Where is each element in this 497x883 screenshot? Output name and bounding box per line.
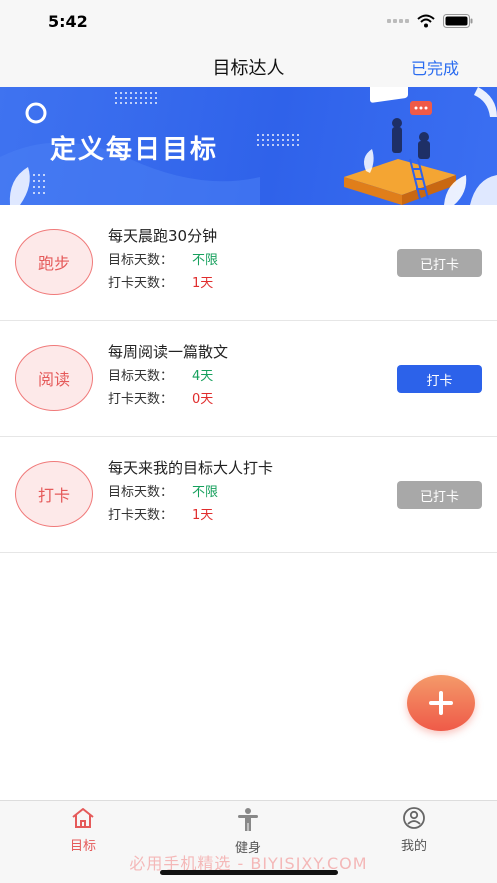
status-icons <box>387 14 473 28</box>
target-days-value: 不限 <box>192 485 219 500</box>
checked-in-button[interactable]: 已打卡 <box>397 481 482 509</box>
checked-in-button[interactable]: 已打卡 <box>397 249 482 277</box>
goal-row[interactable]: 阅读 每周阅读一篇散文 目标天数： 4天 打卡天数： 0天 打卡 <box>0 321 497 437</box>
fitness-person-icon <box>238 808 258 831</box>
nav-bar: 目标达人 已完成 <box>0 44 497 87</box>
battery-icon <box>443 14 473 28</box>
wifi-icon <box>417 14 435 28</box>
tab-goals[interactable]: 目标 <box>23 807 143 854</box>
checkin-days-value: 0天 <box>192 392 214 407</box>
home-icon <box>72 808 94 828</box>
target-days-label: 目标天数： <box>108 369 174 384</box>
checkin-days-row: 打卡天数： 1天 <box>108 504 213 523</box>
banner: 定义每日目标 <box>0 87 497 205</box>
banner-title: 定义每日目标 <box>50 135 219 165</box>
add-goal-button[interactable] <box>407 675 475 731</box>
illustration <box>344 87 467 205</box>
goal-title: 每天来我的目标大人打卡 <box>108 459 274 477</box>
tab-mine[interactable]: 我的 <box>354 807 474 854</box>
goal-title: 每周阅读一篇散文 <box>108 343 229 361</box>
signal-icon <box>387 19 409 23</box>
checkin-days-label: 打卡天数： <box>108 392 174 407</box>
target-days-label: 目标天数： <box>108 485 174 500</box>
checkin-button[interactable]: 打卡 <box>397 365 482 393</box>
tab-fitness[interactable]: 健身 <box>188 807 308 856</box>
target-days-label: 目标天数： <box>108 253 174 268</box>
tab-bar: 目标 健身 我的 必用手机精选 - BIYISJXY.COM <box>0 800 497 883</box>
profile-icon <box>403 807 425 829</box>
checkin-days-value: 1天 <box>192 508 214 523</box>
goal-list: 跑步 每天晨跑30分钟 目标天数： 不限 打卡天数： 1天 已打卡 阅读 每周阅… <box>0 205 497 553</box>
checkin-days-label: 打卡天数： <box>108 276 174 291</box>
checkin-days-value: 1天 <box>192 276 214 291</box>
goal-badge: 打卡 <box>15 461 93 527</box>
target-days-row: 目标天数： 不限 <box>108 481 218 500</box>
checkin-days-row: 打卡天数： 0天 <box>108 388 213 407</box>
checkin-days-label: 打卡天数： <box>108 508 174 523</box>
target-days-value: 4天 <box>192 369 214 384</box>
target-days-row: 目标天数： 4天 <box>108 365 213 384</box>
goal-badge: 跑步 <box>15 229 93 295</box>
goal-row[interactable]: 打卡 每天来我的目标大人打卡 目标天数： 不限 打卡天数： 1天 已打卡 <box>0 437 497 553</box>
status-bar: 5:42 <box>0 0 497 44</box>
target-days-row: 目标天数： 不限 <box>108 249 218 268</box>
plus-icon <box>429 691 453 715</box>
completed-button[interactable]: 已完成 <box>411 55 459 79</box>
goal-badge: 阅读 <box>15 345 93 411</box>
status-time: 5:42 <box>48 12 88 31</box>
home-indicator <box>160 870 338 875</box>
goal-title: 每天晨跑30分钟 <box>108 227 218 245</box>
target-days-value: 不限 <box>192 253 219 268</box>
goal-row[interactable]: 跑步 每天晨跑30分钟 目标天数： 不限 打卡天数： 1天 已打卡 <box>0 205 497 321</box>
checkin-days-row: 打卡天数： 1天 <box>108 272 213 291</box>
